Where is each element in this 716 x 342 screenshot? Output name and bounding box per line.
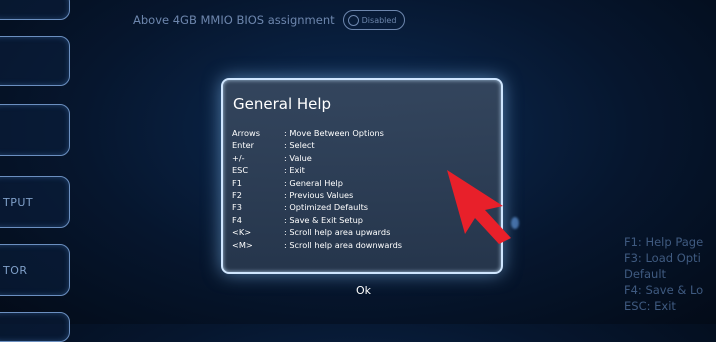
help-desc: : Optimized Defaults [284, 202, 369, 213]
help-row: F1 : General Help [232, 177, 402, 189]
help-desc: : Exit [284, 165, 305, 176]
side-help-line: ESC: Exit [624, 299, 676, 313]
dialog-title: General Help [233, 95, 332, 113]
toggle-knob-icon [347, 14, 359, 26]
left-tab-label: TOR [3, 263, 28, 277]
left-tab-label: TPUT [3, 195, 34, 209]
help-row: +/- : Value [232, 152, 402, 164]
help-key: F1 [232, 177, 242, 188]
help-row: <M> : Scroll help area downwards [232, 239, 402, 251]
help-key: F2 [232, 190, 242, 201]
help-desc: : Value [284, 152, 312, 163]
help-key: Enter [232, 140, 254, 151]
help-row: F4 : Save & Exit Setup [232, 214, 402, 226]
side-help-line: F4: Save & Lo [624, 283, 704, 297]
help-key: <M> [232, 239, 253, 250]
help-key: +/- [232, 152, 245, 163]
left-tab-3[interactable] [0, 104, 70, 156]
help-key: <K> [232, 227, 252, 238]
help-row: <K> : Scroll help area upwards [232, 226, 402, 238]
help-key: Arrows [232, 128, 260, 138]
help-desc: : General Help [284, 177, 343, 188]
help-row: Enter : Select [232, 139, 402, 151]
side-help-panel: F1: Help Page F3: Load Opti Default F4: … [624, 234, 703, 314]
left-tab-output[interactable]: TPUT [0, 176, 70, 228]
help-list: Arrows : Move Between Options Enter : Sele… [232, 127, 402, 251]
mmio-setting-row[interactable]: Above 4GB MMIO BIOS assignment Disabled [133, 10, 406, 30]
help-desc: : Move Between Options [284, 128, 384, 138]
red-pointer-arrow-icon [447, 170, 511, 244]
left-tab-6[interactable] [0, 312, 70, 342]
mmio-toggle-state: Disabled [361, 15, 397, 25]
help-key: F4 [232, 214, 242, 225]
help-row: F3 : Optimized Defaults [232, 201, 402, 213]
help-key: ESC [232, 165, 249, 176]
help-desc: : Scroll help area downwards [284, 239, 403, 250]
help-row: ESC : Exit [232, 164, 402, 176]
left-tab-column: TPUT TOR [0, 0, 80, 342]
ok-button[interactable]: Ok [356, 284, 371, 297]
help-desc: : Select [284, 140, 315, 151]
left-tab-tor[interactable]: TOR [0, 244, 70, 296]
help-desc: : Save & Exit Setup [284, 214, 363, 225]
help-row: Arrows : Move Between Options [232, 127, 402, 139]
side-help-line: F3: Load Opti [624, 251, 701, 265]
bios-screen: TPUT TOR Above 4GB MMIO BIOS assignment … [0, 0, 716, 342]
side-help-line: Default [624, 267, 667, 281]
mmio-toggle[interactable]: Disabled [342, 10, 406, 30]
mmio-setting-label: Above 4GB MMIO BIOS assignment [133, 13, 335, 27]
left-tab-2[interactable] [0, 36, 70, 86]
help-desc: : Scroll help area upwards [284, 227, 391, 238]
left-tab-1[interactable] [0, 0, 70, 20]
help-desc: : Previous Values [284, 190, 354, 201]
help-key: F3 [232, 202, 242, 213]
help-row: F2 : Previous Values [232, 189, 402, 201]
side-help-line: F1: Help Page [624, 235, 704, 249]
